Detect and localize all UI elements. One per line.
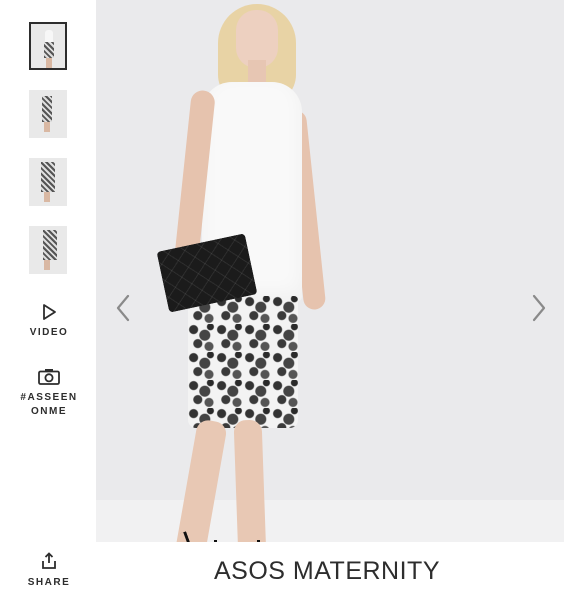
thumbnail-1[interactable]	[29, 22, 67, 70]
chevron-right-icon	[532, 294, 546, 322]
thumbnail-2[interactable]	[29, 90, 67, 138]
share-label: SHARE	[27, 577, 71, 588]
thumb-legs	[44, 260, 50, 270]
thumb-legs	[44, 192, 50, 202]
share-button[interactable]: SHARE	[10, 552, 88, 590]
thumb-legs	[44, 122, 50, 132]
previous-image-button[interactable]	[106, 290, 142, 326]
product-header: ASOS MATERNITY	[96, 542, 564, 585]
product-main-image[interactable]	[96, 0, 564, 580]
as-seen-on-me-button[interactable]: #ASSEEN ONME	[10, 368, 88, 419]
leopard-print-skirt	[188, 296, 298, 428]
thumb-skirt	[44, 42, 54, 58]
brand-title[interactable]: ASOS MATERNITY	[214, 556, 440, 586]
thumb-legs	[46, 58, 52, 68]
thumbnail-4[interactable]	[29, 226, 67, 274]
share-icon	[42, 552, 56, 569]
camera-icon	[38, 369, 60, 385]
as-seen-on-me-label: #ASSEEN ONME	[20, 392, 78, 417]
next-image-button[interactable]	[520, 290, 556, 326]
play-icon	[43, 304, 56, 320]
video-label: VIDEO	[29, 327, 69, 338]
thumbnail-3[interactable]	[29, 158, 67, 206]
thumbnail-rail: VIDEO #ASSEEN ONME SHARE	[0, 0, 96, 588]
thumb-skirt	[41, 162, 55, 192]
thumb-skirt	[42, 96, 52, 122]
video-button[interactable]: VIDEO	[10, 304, 88, 340]
chevron-left-icon	[116, 294, 130, 322]
thumb-skirt	[43, 230, 57, 260]
model-figure	[133, 0, 356, 580]
